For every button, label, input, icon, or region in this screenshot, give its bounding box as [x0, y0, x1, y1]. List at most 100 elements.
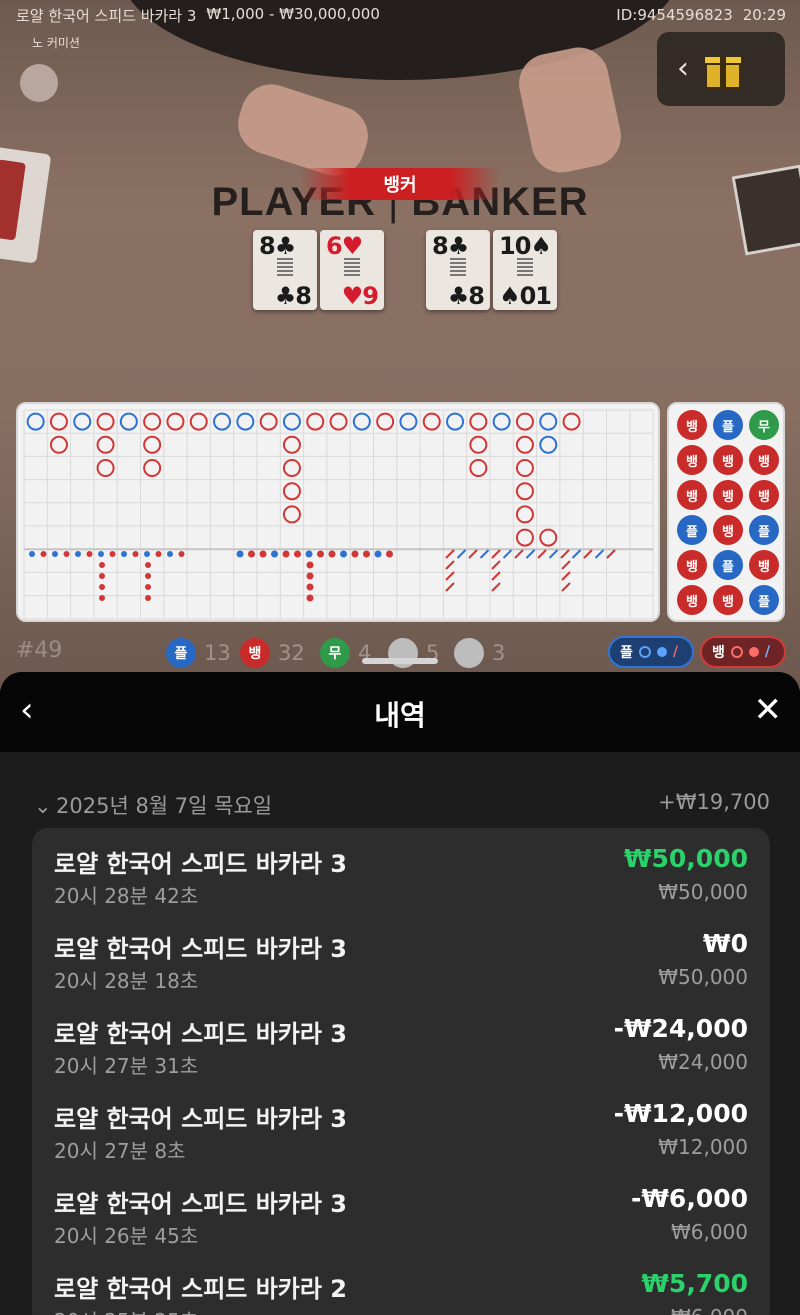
bead-cell: 뱅 — [677, 445, 707, 475]
player-predict-label: 플 — [620, 645, 633, 661]
card-rank-top: 8♣ — [432, 232, 469, 260]
promo-panel[interactable]: ‹ — [657, 32, 785, 106]
history-sheet: ‹ 내역 ✕ ⌄ 2025년 8월 7일 목요일 +₩19,700 로얄 한국어 … — [0, 672, 800, 1315]
card-barcode — [517, 258, 533, 278]
bead-cell: 뱅 — [713, 585, 743, 615]
bead-cell: 뱅 — [713, 445, 743, 475]
bead-cell: 뱅 — [677, 410, 707, 440]
player-card-2: 6♥ ♥9 — [320, 230, 384, 310]
history-result-amount: ₩50,000 — [623, 844, 748, 873]
predict-slash-icon: / — [672, 644, 679, 660]
close-icon[interactable]: ✕ — [754, 690, 783, 730]
predict-slash-icon: / — [764, 644, 771, 660]
day-total: +₩19,700 — [658, 790, 770, 814]
bet-limits: ₩1,000 - ₩30,000,000 — [206, 4, 380, 23]
history-bet-amount: ₩24,000 — [658, 1050, 748, 1074]
card-rank-bottom: ♥9 — [341, 282, 379, 310]
banker-card-1: 8♣ ♣8 — [426, 230, 490, 310]
history-game-name: 로얄 한국어 스피드 바카라 3 — [54, 1020, 348, 1048]
banker-predict-button[interactable]: 뱅 / — [700, 636, 786, 668]
stats-row: #49 플 13 뱅 32 무 4 5 3 플 / 뱅 / — [0, 634, 800, 670]
bead-cell: 플 — [713, 550, 743, 580]
bead-cell: 플 — [677, 515, 707, 545]
gift-icon[interactable] — [703, 49, 743, 89]
game-top-bar: 로얄 한국어 스피드 바카라 3 ₩1,000 - ₩30,000,000 ID… — [0, 0, 800, 30]
chevron-left-icon[interactable]: ‹ — [677, 54, 689, 84]
player-id: ID:9454596823 — [616, 6, 733, 24]
predict-dot-icon — [748, 647, 759, 657]
card-rank-bottom: ♣8 — [274, 282, 312, 310]
round-number: #49 — [16, 638, 63, 663]
bead-plate[interactable]: 뱅플무뱅뱅뱅뱅뱅뱅플뱅플뱅플뱅뱅뱅플 — [667, 402, 785, 622]
game-title: 로얄 한국어 스피드 바카라 3 — [16, 6, 197, 25]
winner-text: 뱅커 — [383, 175, 417, 196]
history-game-name: 로얄 한국어 스피드 바카라 2 — [54, 1275, 348, 1303]
card-barcode — [450, 258, 466, 278]
history-game-name: 로얄 한국어 스피드 바카라 3 — [54, 935, 348, 963]
history-game-name: 로얄 한국어 스피드 바카라 3 — [54, 1190, 348, 1218]
player-predict-button[interactable]: 플 / — [608, 636, 694, 668]
history-list: 로얄 한국어 스피드 바카라 3 20시 28분 42초 ₩50,000 ₩50,00… — [32, 828, 770, 1315]
player-count: 13 — [204, 641, 231, 665]
bead-cell: 무 — [749, 410, 779, 440]
history-time: 20시 26분 45초 — [54, 1224, 199, 1248]
player-win-stat: 플 13 — [166, 638, 231, 668]
history-item[interactable]: 로얄 한국어 스피드 바카라 3 20시 28분 42초 ₩50,000 ₩50,00… — [54, 832, 748, 912]
player-dot: 플 — [166, 638, 196, 668]
road-grid — [23, 409, 654, 620]
bead-cell: 뱅 — [677, 550, 707, 580]
road-scoreboard[interactable] — [16, 402, 660, 622]
banker-pair-count: 3 — [492, 641, 506, 665]
banker-win-stat: 뱅 32 — [240, 638, 305, 668]
history-item[interactable]: 로얄 한국어 스피드 바카라 3 20시 27분 31초 -₩24,000 ₩24,0… — [54, 1002, 748, 1082]
history-time: 20시 25분 25초 — [54, 1305, 198, 1315]
history-result-amount: -₩12,000 — [613, 1099, 748, 1128]
banker-count: 32 — [278, 641, 305, 665]
clock: 20:29 — [742, 6, 786, 24]
history-bet-amount: ₩6,000 — [670, 1220, 748, 1244]
bead-cell: 뱅 — [713, 515, 743, 545]
bead-cell: 플 — [749, 515, 779, 545]
predict-circle-icon — [730, 646, 743, 658]
sheet-header: ‹ 내역 ✕ — [0, 672, 800, 752]
day-group-header[interactable]: ⌄ 2025년 8월 7일 목요일 +₩19,700 — [34, 790, 770, 820]
card-rank-bottom: ♠01 — [499, 282, 552, 310]
day-date: 2025년 8월 7일 목요일 — [56, 794, 273, 818]
menu-circle-button[interactable] — [20, 64, 58, 102]
history-time: 20시 27분 31초 — [54, 1054, 199, 1078]
history-result-amount: ₩5,700 — [641, 1269, 748, 1298]
banker-pair-icon — [454, 638, 484, 668]
history-item[interactable]: 로얄 한국어 스피드 바카라 3 20시 28분 18초 ₩0 ₩50,000 — [54, 917, 748, 997]
bead-cell: 뱅 — [749, 480, 779, 510]
predict-dot-icon — [656, 647, 667, 657]
bead-cell: 뱅 — [713, 480, 743, 510]
history-bet-amount: ₩6,000 — [671, 1305, 748, 1315]
card-barcode — [277, 258, 293, 278]
bead-cell: 뱅 — [749, 445, 779, 475]
bead-cell: 뱅 — [677, 585, 707, 615]
card-rank-bottom: ♣8 — [447, 282, 485, 310]
history-game-name: 로얄 한국어 스피드 바카라 3 — [54, 1105, 348, 1133]
history-result-amount: ₩0 — [703, 929, 748, 958]
chevron-down-icon[interactable]: ⌄ — [34, 794, 56, 818]
history-time: 20시 27분 8초 — [54, 1139, 186, 1163]
history-result-amount: -₩6,000 — [630, 1184, 748, 1213]
tie-dot: 무 — [320, 638, 350, 668]
winner-banner: 뱅커 — [300, 168, 500, 200]
sheet-drag-handle[interactable] — [362, 658, 438, 664]
card-rank-top: 6♥ — [326, 232, 363, 260]
game-view: 로얄 한국어 스피드 바카라 3 ₩1,000 - ₩30,000,000 ID… — [0, 0, 800, 690]
dealer-right-hand — [513, 41, 627, 179]
history-item[interactable]: 로얄 한국어 스피드 바카라 3 20시 26분 45초 -₩6,000 ₩6,000 — [54, 1172, 748, 1252]
history-item[interactable]: 로얄 한국어 스피드 바카라 2 20시 25분 25초 ₩5,700 ₩6,000 — [54, 1257, 748, 1315]
history-item[interactable]: 로얄 한국어 스피드 바카라 3 20시 27분 8초 -₩12,000 ₩12,00… — [54, 1087, 748, 1167]
player-card-1: 8♣ ♣8 — [253, 230, 317, 310]
banker-dot: 뱅 — [240, 638, 270, 668]
bead-cell: 뱅 — [749, 550, 779, 580]
banker-card-2: 10♠ ♠01 — [493, 230, 557, 310]
history-bet-amount: ₩12,000 — [658, 1135, 748, 1159]
history-game-name: 로얄 한국어 스피드 바카라 3 — [54, 850, 348, 878]
bead-cell: 뱅 — [677, 480, 707, 510]
history-bet-amount: ₩50,000 — [658, 880, 748, 904]
card-rank-top: 10♠ — [499, 232, 552, 260]
